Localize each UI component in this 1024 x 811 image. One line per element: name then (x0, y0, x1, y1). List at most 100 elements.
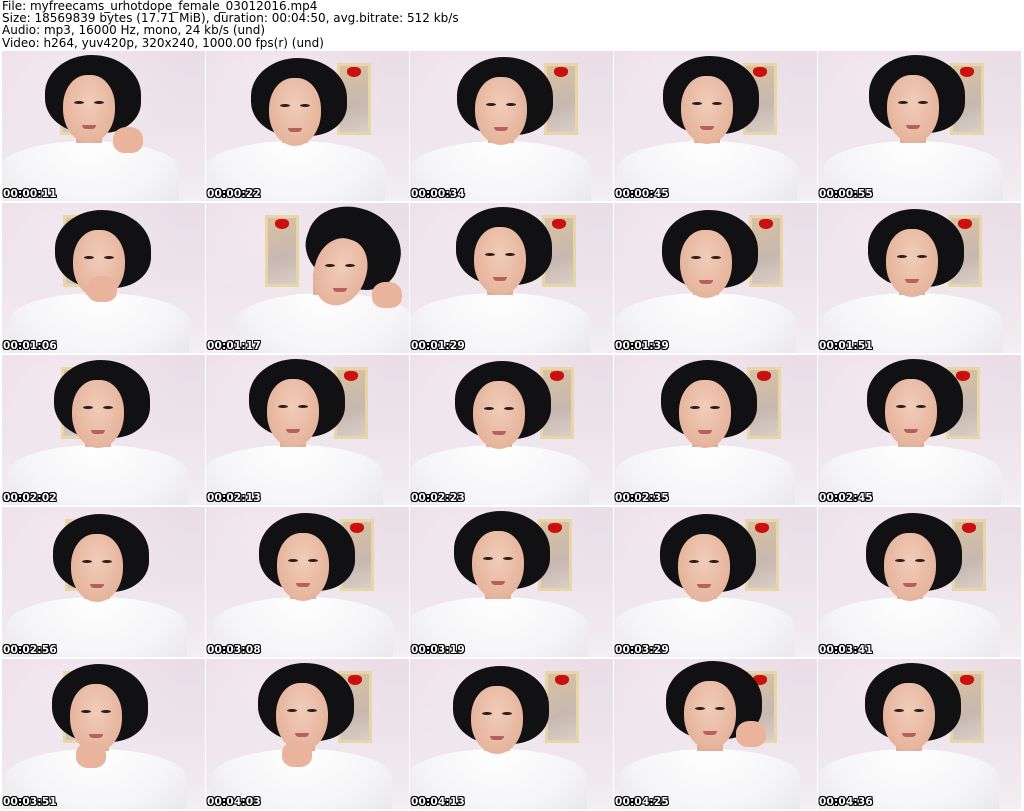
eye (101, 710, 111, 713)
face (63, 75, 115, 143)
thumbnail-grid: 00:00:11 00:00:22 00:00:34 00:00:45 00:00:55… (2, 51, 1024, 811)
eye (288, 559, 298, 562)
eye (84, 256, 94, 259)
mouth (905, 279, 919, 283)
eye (896, 405, 906, 408)
eye (345, 264, 355, 267)
video-thumbnail: 00:00:45 (614, 51, 817, 201)
video-thumbnail: 00:02:02 (2, 355, 205, 505)
face (474, 227, 526, 295)
face (472, 531, 524, 599)
red-bow-decoration (348, 675, 362, 685)
eye (690, 406, 700, 409)
mouth (903, 583, 917, 587)
thumbnail-timestamp: 00:01:06 (3, 340, 57, 352)
video-thumbnail: 00:03:41 (818, 507, 1021, 657)
eye (503, 557, 513, 560)
eye (712, 102, 722, 105)
red-bow-decoration (550, 371, 564, 381)
thumbnail-timestamp: 00:00:22 (207, 188, 261, 200)
face (886, 229, 938, 297)
thumbnail-timestamp: 00:04:13 (411, 796, 465, 808)
red-bow-decoration (962, 523, 976, 533)
thumbnail-timestamp: 00:03:19 (411, 644, 465, 656)
mouth (490, 736, 504, 740)
eye (691, 256, 701, 259)
face (269, 78, 321, 146)
eye (74, 101, 84, 104)
eye (298, 405, 308, 408)
face (72, 380, 124, 448)
thumbnail-timestamp: 00:02:02 (3, 492, 57, 504)
face (884, 533, 936, 601)
hand (282, 741, 312, 767)
eye (505, 253, 515, 256)
red-bow-decoration (554, 67, 568, 77)
eye (484, 407, 494, 410)
eye (280, 104, 290, 107)
eye (83, 406, 93, 409)
red-bow-decoration (960, 67, 974, 77)
eye (709, 560, 719, 563)
face (681, 76, 733, 144)
red-bow-decoration (958, 219, 972, 229)
video-thumbnail: 00:02:23 (410, 355, 613, 505)
eye (278, 405, 288, 408)
eye (916, 405, 926, 408)
video-thumbnail: 00:04:03 (206, 659, 409, 809)
thumbnail-timestamp: 00:00:55 (819, 188, 873, 200)
hand (76, 742, 106, 768)
eye (918, 101, 928, 104)
video-thumbnail: 00:02:13 (206, 355, 409, 505)
mouth (296, 583, 310, 587)
eye (710, 406, 720, 409)
eye (692, 102, 702, 105)
eye (915, 559, 925, 562)
eye (307, 709, 317, 712)
video-thumbnail: 00:04:25 (614, 659, 817, 809)
red-bow-decoration (755, 523, 769, 533)
eye (502, 712, 512, 715)
video-thumbnail: 00:01:39 (614, 203, 817, 353)
video-thumbnail: 00:02:35 (614, 355, 817, 505)
red-bow-decoration (960, 675, 974, 685)
hand (736, 721, 766, 747)
thumbnail-timestamp: 00:00:45 (615, 188, 669, 200)
eye (486, 103, 496, 106)
eye (894, 709, 904, 712)
red-bow-decoration (347, 67, 361, 77)
thumbnail-timestamp: 00:03:29 (615, 644, 669, 656)
eye (914, 709, 924, 712)
face (885, 379, 937, 447)
hand (87, 276, 117, 302)
thumbnail-timestamp: 00:02:45 (819, 492, 873, 504)
mouth (333, 288, 347, 292)
video-info-header: File: myfreecams_urhotdope_female_030120… (2, 0, 1022, 50)
thumbnail-timestamp: 00:02:35 (615, 492, 669, 504)
thumbnail-timestamp: 00:01:17 (207, 340, 261, 352)
thumbnail-timestamp: 00:03:51 (3, 796, 57, 808)
red-bow-decoration (956, 371, 970, 381)
thumbnail-timestamp: 00:01:39 (615, 340, 669, 352)
eye (898, 101, 908, 104)
mouth (91, 430, 105, 434)
red-bow-decoration (753, 67, 767, 77)
face (684, 681, 736, 749)
face (680, 230, 732, 298)
eye (897, 255, 907, 258)
red-bow-decoration (344, 371, 358, 381)
eye (287, 709, 297, 712)
eye (715, 707, 725, 710)
mouth (699, 280, 713, 284)
eye (102, 560, 112, 563)
eye (300, 104, 310, 107)
thumbnail-timestamp: 00:04:36 (819, 796, 873, 808)
mouth (697, 584, 711, 588)
eye (482, 712, 492, 715)
thumbnail-timestamp: 00:00:11 (3, 188, 57, 200)
hand (372, 282, 402, 308)
video-thumbnail: 00:04:13 (410, 659, 613, 809)
audio-info-line: Audio: mp3, 16000 Hz, mono, 24 kb/s (und… (2, 23, 266, 38)
mouth (288, 128, 302, 132)
mouth (906, 125, 920, 129)
